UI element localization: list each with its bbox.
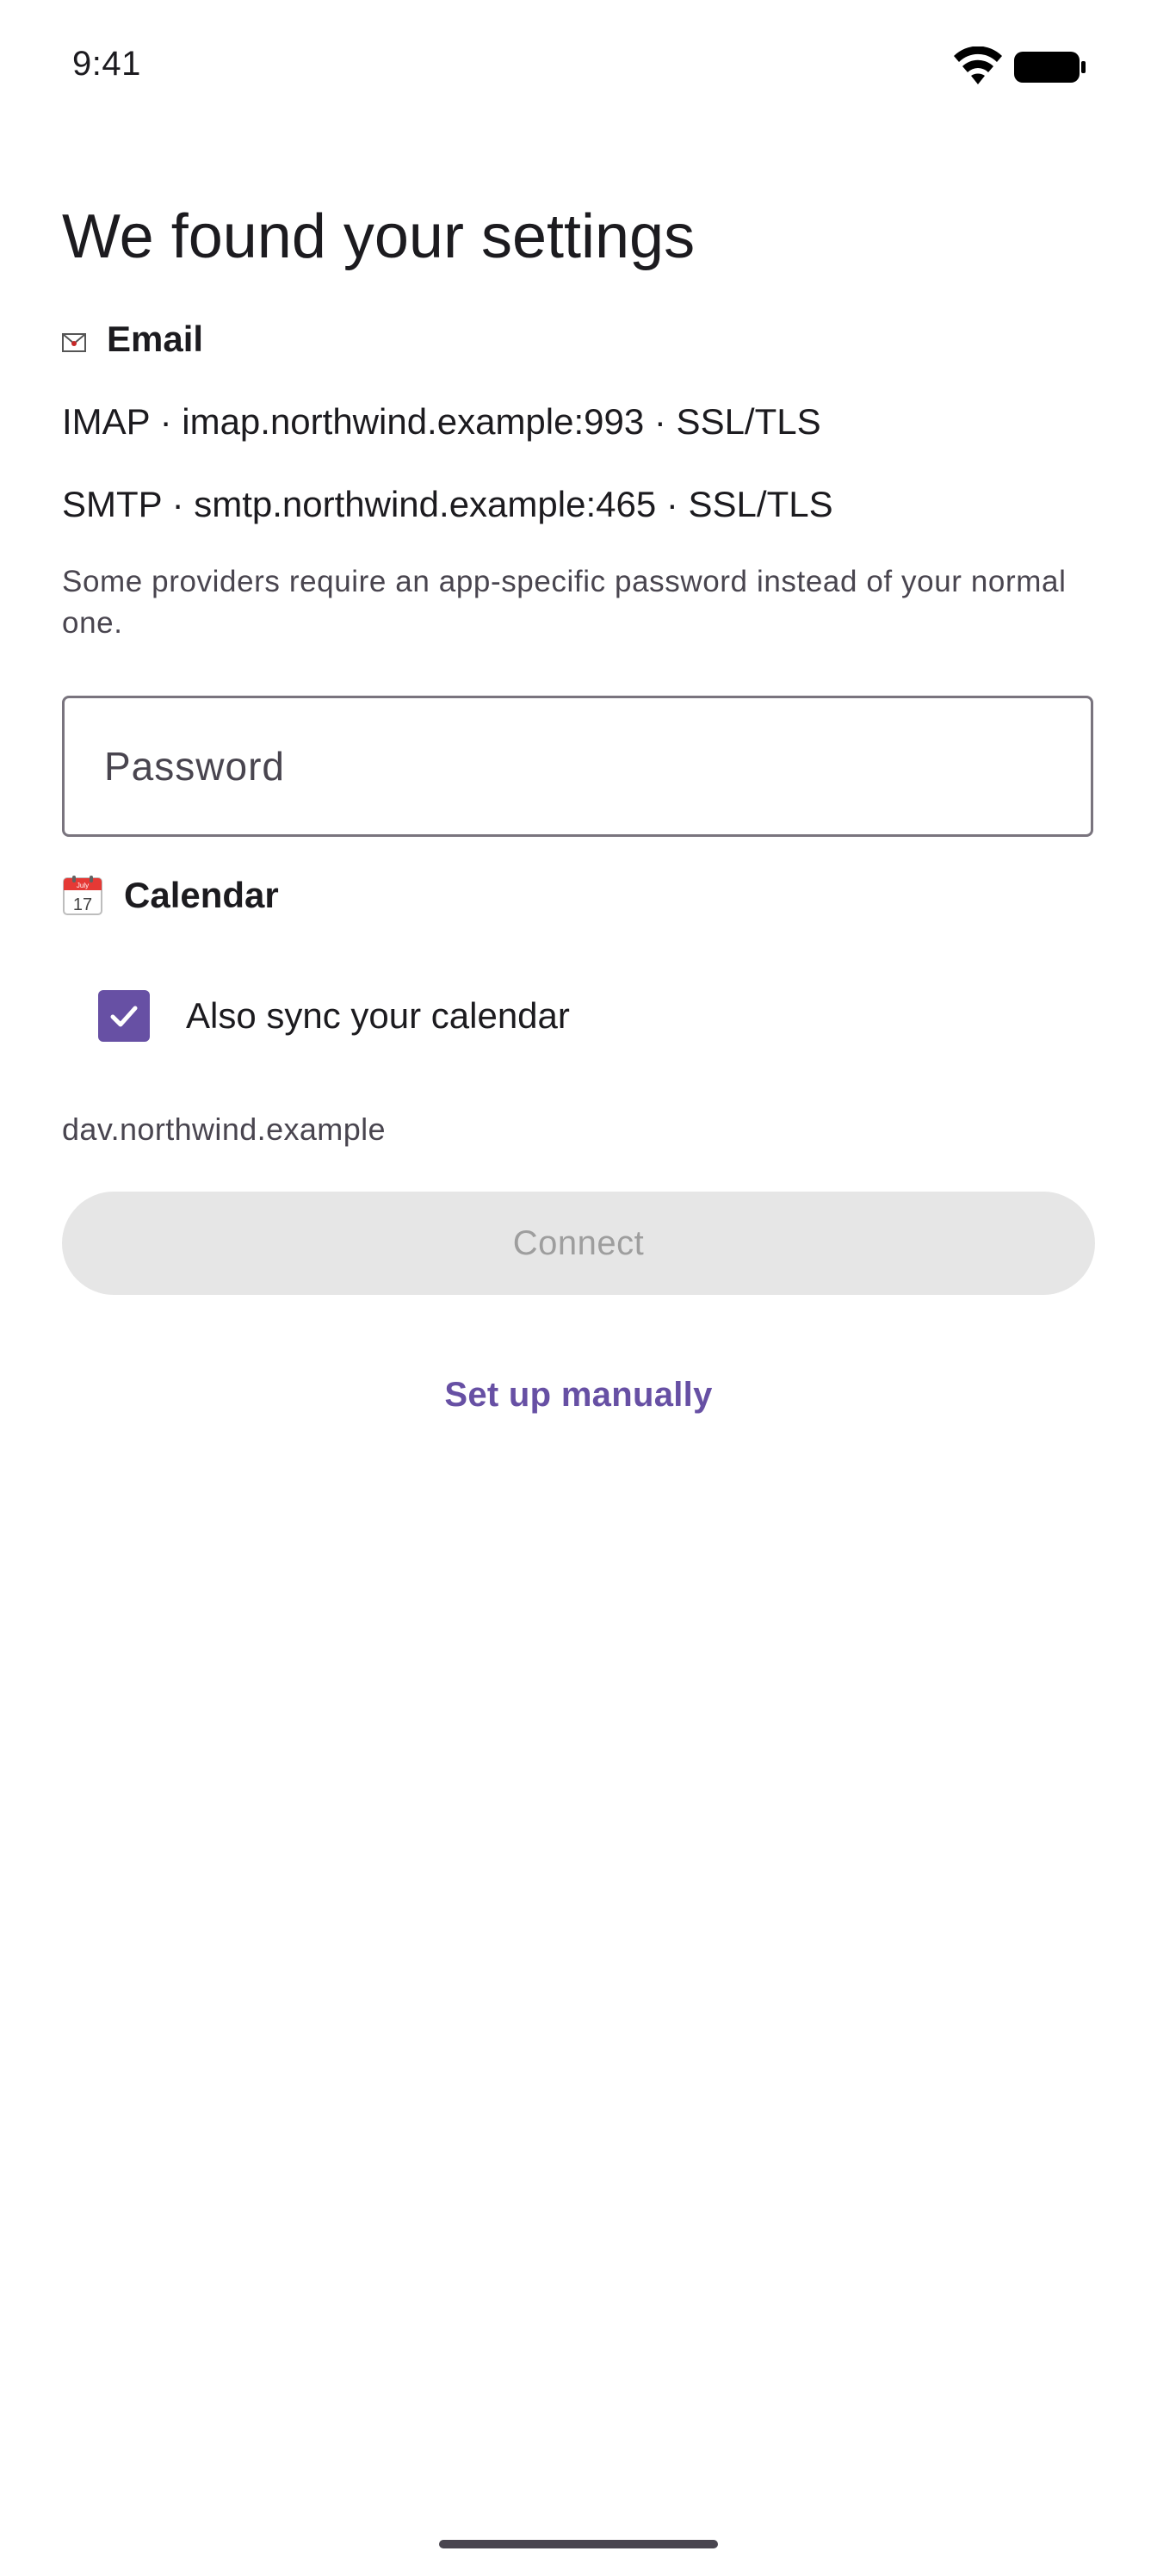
battery-icon — [1014, 52, 1086, 83]
calendar-icon: July 17 — [63, 876, 102, 915]
connect-button[interactable]: Connect — [62, 1192, 1095, 1295]
smtp-server-info: SMTP · smtp.northwind.example:465 · SSL/… — [62, 484, 833, 524]
password-input[interactable] — [104, 698, 1051, 834]
set-up-manually-link[interactable]: Set up manually — [62, 1371, 1095, 1419]
app-password-hint: Some providers require an app-specific p… — [62, 565, 1067, 640]
status-bar: 9:41 — [0, 0, 1157, 134]
calendar-icon-day: 17 — [73, 895, 92, 914]
email-section-header: Email — [62, 315, 203, 363]
status-time: 9:41 — [72, 45, 141, 83]
sync-calendar-row[interactable]: Also sync your calendar — [98, 988, 570, 1043]
imap-server-info: IMAP · imap.northwind.example:993 · SSL/… — [62, 401, 821, 442]
home-indicator[interactable] — [439, 2540, 718, 2548]
email-section-label: Email — [107, 319, 204, 359]
calendar-section-header: July 17 Calendar — [62, 871, 279, 920]
checkmark-icon — [110, 1006, 138, 1027]
calendar-icon-month: July — [77, 882, 89, 889]
password-field[interactable] — [62, 696, 1093, 837]
envelope-icon — [62, 333, 86, 352]
calendar-section-label: Calendar — [124, 875, 279, 915]
wifi-icon — [954, 46, 1002, 84]
dav-host: dav.northwind.example — [62, 1112, 386, 1147]
sync-calendar-label[interactable]: Also sync your calendar — [186, 992, 570, 1040]
sync-calendar-checkbox[interactable] — [98, 990, 150, 1042]
page-title: We found your settings — [62, 202, 696, 271]
